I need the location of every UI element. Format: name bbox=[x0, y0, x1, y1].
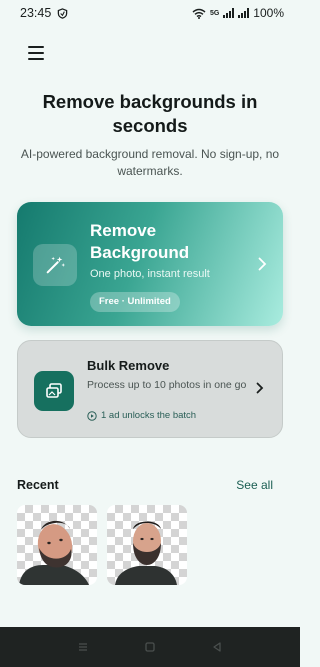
bulk-remove-description: Process up to 10 photos in one go bbox=[87, 379, 247, 391]
network-type-label: 5G bbox=[209, 9, 220, 17]
remove-background-subtitle: One photo, instant result bbox=[90, 268, 210, 280]
person-cutout-image bbox=[19, 520, 89, 585]
remove-background-title: Remove Background bbox=[90, 221, 190, 262]
ad-unlock-text: 1 ad unlocks the batch bbox=[101, 410, 197, 421]
signal-bars-2-icon bbox=[238, 8, 250, 18]
page-subtitle: AI-powered background removal. No sign-u… bbox=[20, 147, 280, 178]
play-circle-icon bbox=[87, 410, 97, 421]
stacked-photos-icon bbox=[34, 371, 74, 411]
bulk-remove-title: Bulk Remove bbox=[87, 358, 170, 373]
hamburger-line bbox=[28, 58, 44, 60]
bulk-remove-card[interactable]: Bulk Remove Process up to 10 photos in o… bbox=[17, 340, 283, 438]
page-title: Remove backgrounds in seconds bbox=[42, 91, 258, 136]
recent-apps-icon[interactable] bbox=[77, 641, 89, 653]
vpn-shield-icon bbox=[58, 7, 68, 19]
free-unlimited-badge: Free · Unlimited bbox=[90, 292, 180, 312]
menu-button[interactable] bbox=[28, 46, 46, 60]
remove-background-card[interactable]: Remove Background One photo, instant res… bbox=[17, 202, 283, 326]
battery-level: 100% bbox=[253, 6, 284, 20]
person-cutout-image bbox=[115, 521, 177, 585]
recent-section-title: Recent bbox=[17, 478, 59, 492]
status-time: 23:45 bbox=[20, 6, 52, 20]
signal-bars-icon bbox=[223, 8, 235, 18]
home-icon[interactable] bbox=[144, 641, 156, 653]
chevron-right-icon bbox=[256, 381, 264, 397]
see-all-link[interactable]: See all bbox=[236, 478, 273, 492]
hamburger-icon bbox=[28, 46, 44, 48]
hamburger-line bbox=[28, 52, 44, 54]
recent-photo-thumbnail[interactable] bbox=[17, 505, 97, 585]
status-bar: 23:45 5G 100% bbox=[0, 0, 300, 26]
magic-wand-icon bbox=[33, 244, 77, 286]
ad-unlock-note: 1 ad unlocks the batch bbox=[87, 410, 196, 421]
wifi-icon bbox=[192, 8, 206, 19]
status-right: 5G 100% bbox=[192, 6, 284, 20]
back-icon[interactable] bbox=[211, 641, 223, 653]
recent-photo-thumbnail[interactable] bbox=[107, 505, 187, 585]
system-navigation-bar bbox=[0, 627, 300, 667]
status-left: 23:45 bbox=[20, 6, 68, 20]
chevron-right-icon bbox=[258, 257, 267, 276]
